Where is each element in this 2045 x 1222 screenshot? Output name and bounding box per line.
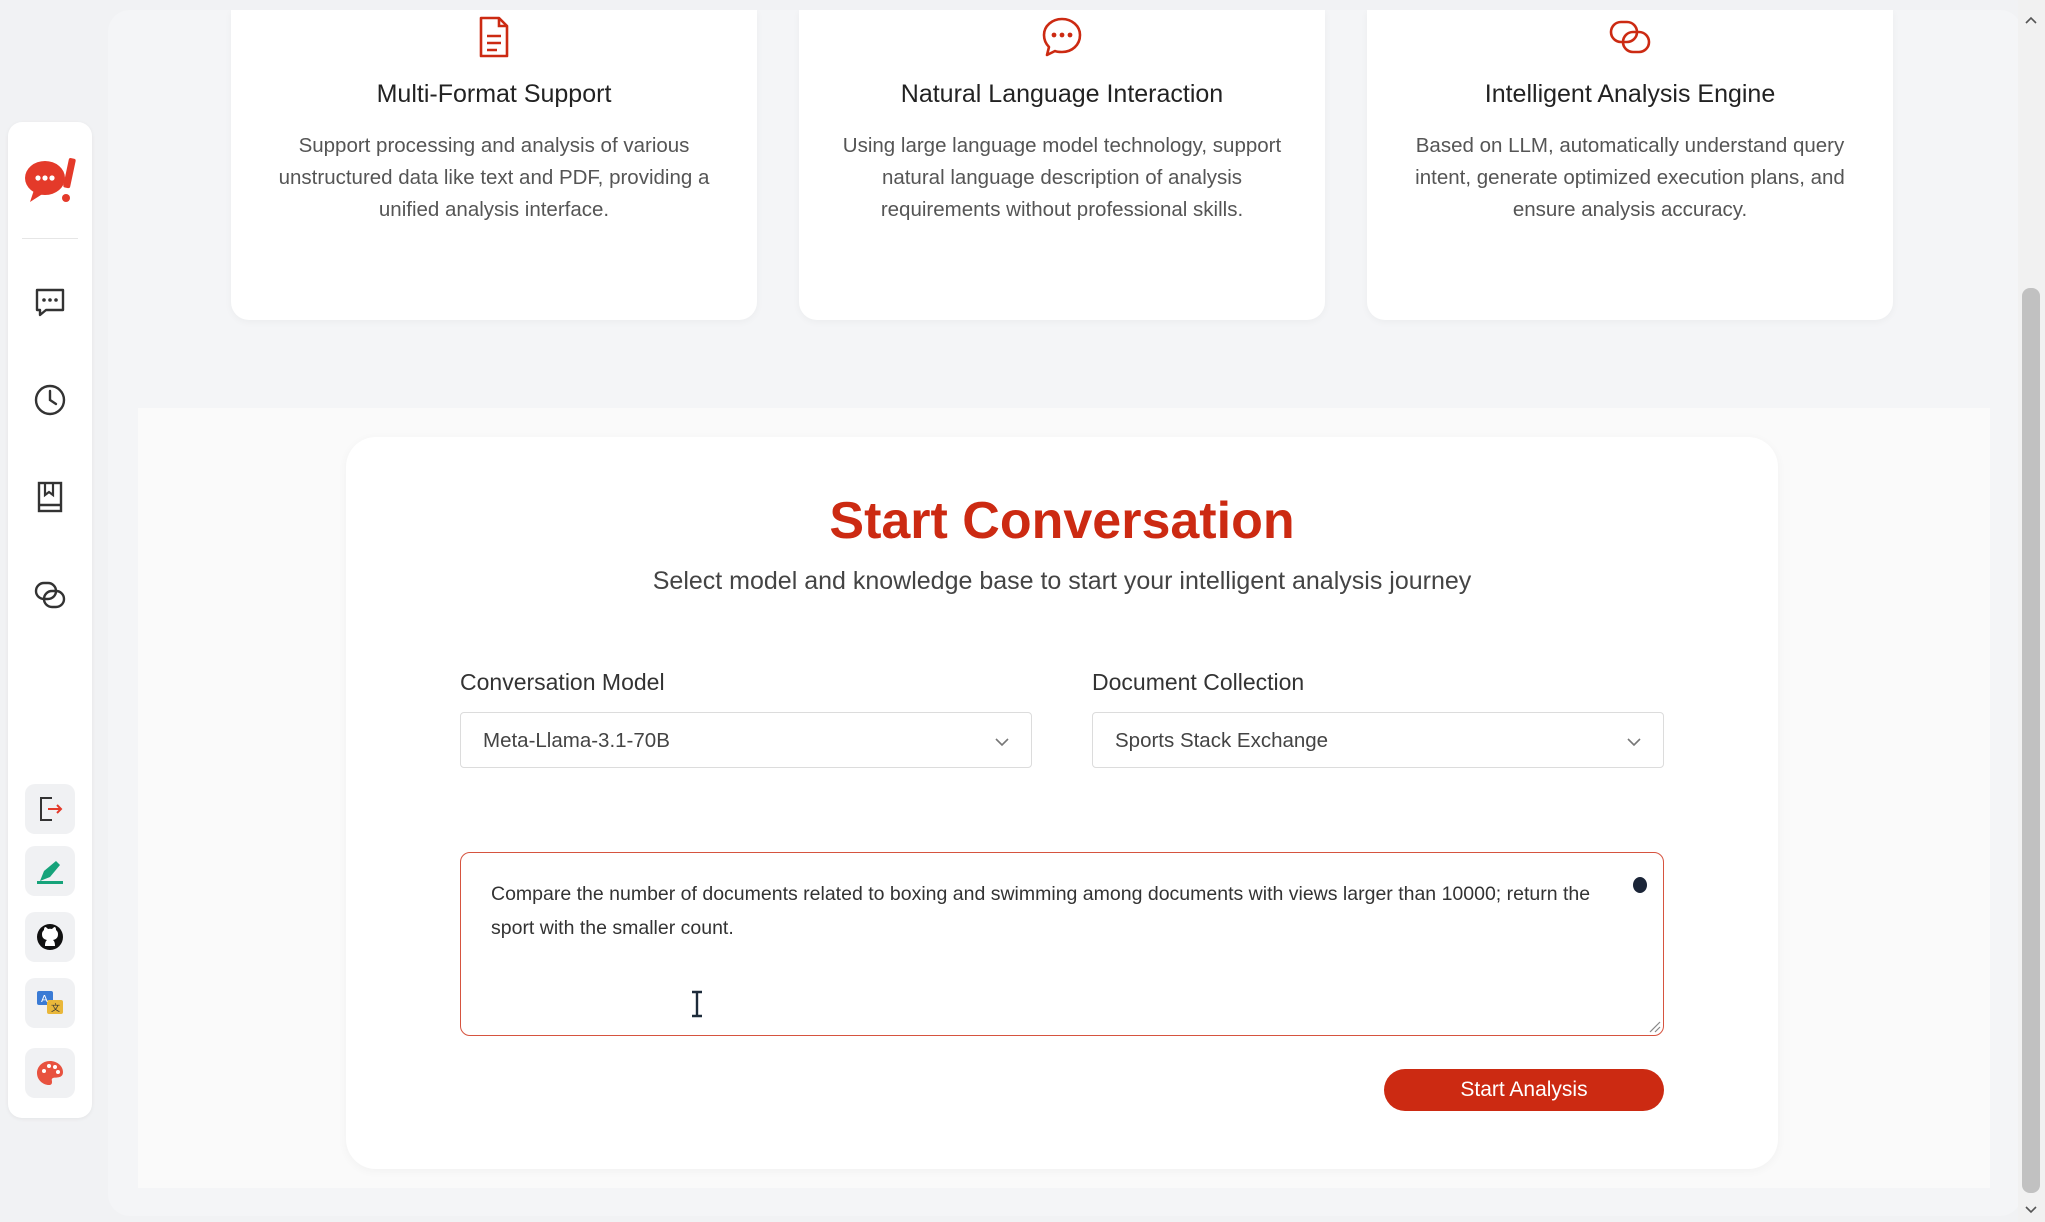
collection-label: Document Collection [1092, 669, 1305, 695]
conversation-subtitle: Select model and knowledge base to start… [652, 567, 1472, 595]
feature-description: Based on LLM, automatically understand q… [1415, 134, 1845, 221]
palette-icon [37, 1061, 63, 1085]
chevron-down-icon [1627, 738, 1641, 747]
github-button[interactable] [25, 912, 75, 962]
feature-card-intelligent-engine: Intelligent Analysis Engine Based on LLM… [1367, 10, 1893, 320]
palette-button[interactable] [25, 1048, 75, 1098]
document-icon [479, 16, 509, 58]
scrollbar[interactable] [2018, 0, 2045, 1222]
collection-select[interactable]: Sports Stack Exchange [1092, 712, 1664, 768]
logout-icon [40, 797, 63, 821]
model-select-value: Meta-Llama-3.1-70B [483, 729, 670, 752]
chat-bubble-icon [1042, 17, 1082, 57]
link-icon [1609, 20, 1651, 54]
sidebar-divider [22, 238, 78, 239]
translate-button[interactable]: A 文 [25, 978, 75, 1028]
svg-text:文: 文 [51, 1002, 60, 1014]
knowledge-book-icon [37, 481, 63, 513]
logo-icon [25, 158, 76, 202]
text-cursor-icon [692, 990, 702, 1018]
scrollbar-thumb[interactable] [2022, 288, 2040, 1193]
feature-card-natural-language: Natural Language Interaction Using large… [799, 10, 1325, 320]
app-logo[interactable] [22, 150, 80, 210]
collection-select-value: Sports Stack Exchange [1115, 729, 1329, 752]
feature-title: Natural Language Interaction [900, 80, 1224, 108]
sidebar: A 文 [8, 122, 92, 1118]
translate-icon: A 文 [37, 991, 63, 1014]
sidebar-item-link[interactable] [25, 570, 75, 620]
edit-theme-icon [37, 861, 63, 884]
main-panel: Multi-Format Support Support processing … [108, 10, 2022, 1216]
conversation-card: Start Conversation Select model and know… [346, 437, 1778, 1169]
query-textarea[interactable]: Compare the number of documents related … [460, 852, 1664, 1036]
feature-description: Using large language model technology, s… [842, 134, 1282, 221]
link-icon [34, 581, 66, 609]
sidebar-item-chat[interactable] [25, 277, 75, 327]
logout-button[interactable] [25, 784, 75, 834]
sidebar-item-history[interactable] [25, 375, 75, 425]
theme-edit-button[interactable] [25, 846, 75, 896]
history-clock-icon [34, 384, 66, 416]
model-label: Conversation Model [460, 669, 665, 695]
feature-title: Intelligent Analysis Engine [1484, 80, 1776, 108]
github-icon [37, 924, 63, 950]
sidebar-item-knowledge[interactable] [25, 472, 75, 522]
resize-handle-icon[interactable] [1647, 1019, 1661, 1033]
feature-card-multi-format: Multi-Format Support Support processing … [231, 10, 757, 320]
query-text: Compare the number of documents related … [491, 883, 1591, 939]
chat-icon [35, 288, 65, 317]
feature-description: Support processing and analysis of vario… [278, 134, 710, 221]
start-analysis-button[interactable]: Start Analysis [1384, 1069, 1664, 1111]
assistant-badge-icon [1633, 877, 1647, 893]
svg-text:A: A [41, 994, 48, 1005]
scroll-down-icon[interactable] [2024, 1204, 2038, 1216]
scroll-up-icon[interactable] [2024, 14, 2038, 26]
model-select[interactable]: Meta-Llama-3.1-70B [460, 712, 1032, 768]
chevron-down-icon [995, 738, 1009, 747]
conversation-title: Start Conversation [829, 492, 1295, 550]
feature-title: Multi-Format Support [376, 80, 612, 108]
